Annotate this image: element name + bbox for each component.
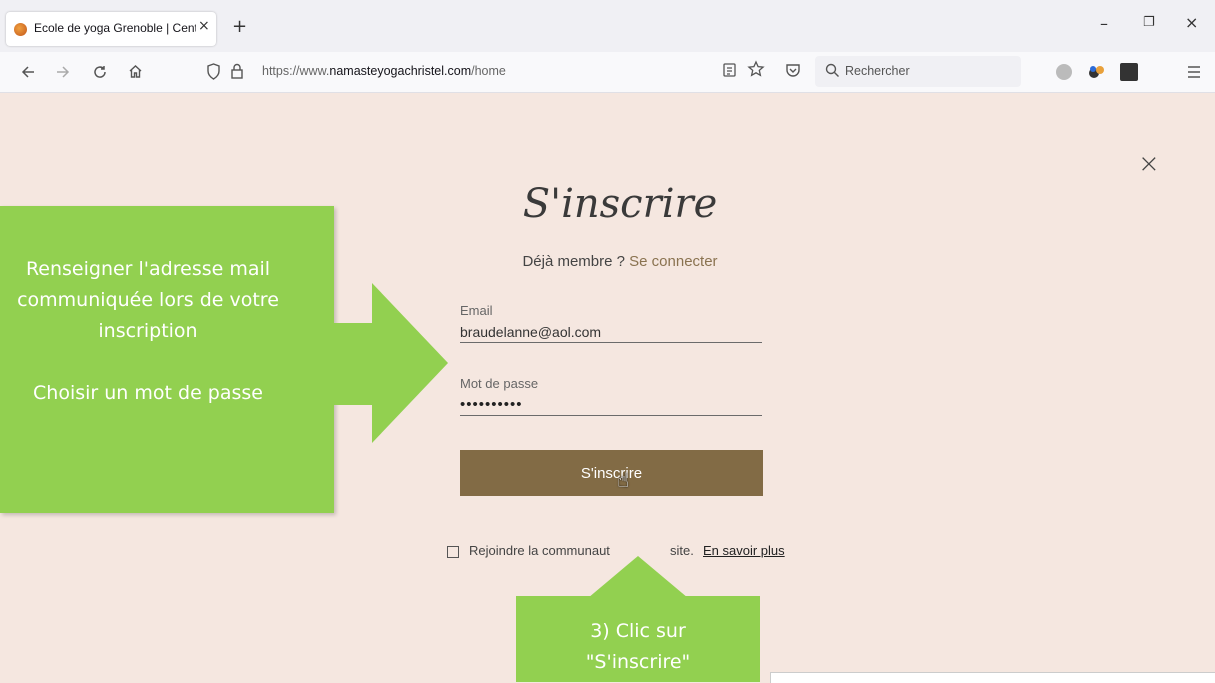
- search-placeholder: Rechercher: [845, 64, 910, 78]
- extension-balls-icon[interactable]: [1088, 64, 1106, 80]
- home-icon[interactable]: [127, 63, 144, 80]
- password-field[interactable]: [460, 393, 762, 416]
- callout-line: inscription: [98, 320, 198, 342]
- callout-line: [0, 347, 308, 378]
- page-title: S'inscrire: [522, 181, 718, 227]
- window-close-icon[interactable]: ×: [1185, 13, 1198, 32]
- callout-line: 3) Clic sur: [590, 620, 686, 642]
- nav-bar: https://www.namasteyogachristel.com/home…: [0, 52, 1215, 93]
- close-icon[interactable]: ×: [1138, 149, 1160, 179]
- pocket-icon[interactable]: [785, 62, 801, 78]
- shield-icon[interactable]: [206, 63, 221, 80]
- search-bar[interactable]: Rechercher: [815, 56, 1021, 87]
- arrow-up-shape: [588, 556, 688, 598]
- already-member-text: Déjà membre ?: [522, 253, 625, 270]
- page-content: × S'inscrire Déjà membre ? Se connecter …: [0, 93, 1215, 683]
- maximize-icon[interactable]: ❐: [1143, 15, 1155, 30]
- reader-view-icon[interactable]: [722, 62, 737, 78]
- community-checkbox[interactable]: [447, 546, 459, 558]
- browser-tab[interactable]: Ecole de yoga Grenoble | Centr ×: [6, 12, 216, 46]
- callout-line: "S'inscrire": [585, 651, 691, 673]
- callout-line: Choisir un mot de passe: [33, 382, 263, 404]
- email-label: Email: [460, 303, 493, 318]
- search-icon: [825, 63, 839, 77]
- learn-more-link[interactable]: En savoir plus: [703, 543, 785, 558]
- extension-app-icon[interactable]: [1120, 63, 1138, 81]
- minimize-icon[interactable]: –: [1100, 14, 1108, 33]
- extension-gear-icon[interactable]: [1056, 64, 1072, 80]
- tab-close-icon[interactable]: ×: [198, 18, 210, 34]
- arrow-right-shape: [320, 283, 448, 443]
- callout-bottom-text: 3) Clic sur "S'inscrire": [516, 616, 760, 678]
- signup-button[interactable]: S'inscrire: [460, 450, 763, 496]
- favicon-icon: [14, 23, 27, 36]
- email-field[interactable]: [460, 322, 762, 343]
- forward-icon: [57, 66, 70, 78]
- hand-cursor-icon: ☝: [617, 468, 630, 492]
- callout-left-text: Renseigner l'adresse mail communiquée lo…: [0, 254, 308, 409]
- reload-icon[interactable]: [92, 64, 108, 80]
- bookmark-star-icon[interactable]: [747, 60, 765, 78]
- new-tab-icon[interactable]: +: [232, 16, 247, 37]
- corner-popup: [770, 672, 1215, 683]
- tab-title: Ecole de yoga Grenoble | Centr: [34, 21, 196, 35]
- back-icon[interactable]: [20, 64, 36, 80]
- callout-line: communiquée lors de votre: [17, 289, 279, 311]
- callout-line: Renseigner l'adresse mail: [25, 258, 271, 280]
- password-label: Mot de passe: [460, 376, 539, 391]
- login-link[interactable]: Se connecter: [629, 253, 717, 270]
- tab-bar: Ecole de yoga Grenoble | Centr × + – ❐ ×: [0, 0, 1215, 52]
- menu-icon[interactable]: [1186, 64, 1202, 80]
- instruction-callout-left: Renseigner l'adresse mail communiquée lo…: [0, 206, 334, 513]
- instruction-callout-bottom: 3) Clic sur "S'inscrire": [516, 596, 760, 682]
- already-member-line: Déjà membre ? Se connecter: [430, 253, 810, 270]
- url-field[interactable]: https://www.namasteyogachristel.com/home: [262, 64, 506, 78]
- lock-icon[interactable]: [230, 63, 244, 80]
